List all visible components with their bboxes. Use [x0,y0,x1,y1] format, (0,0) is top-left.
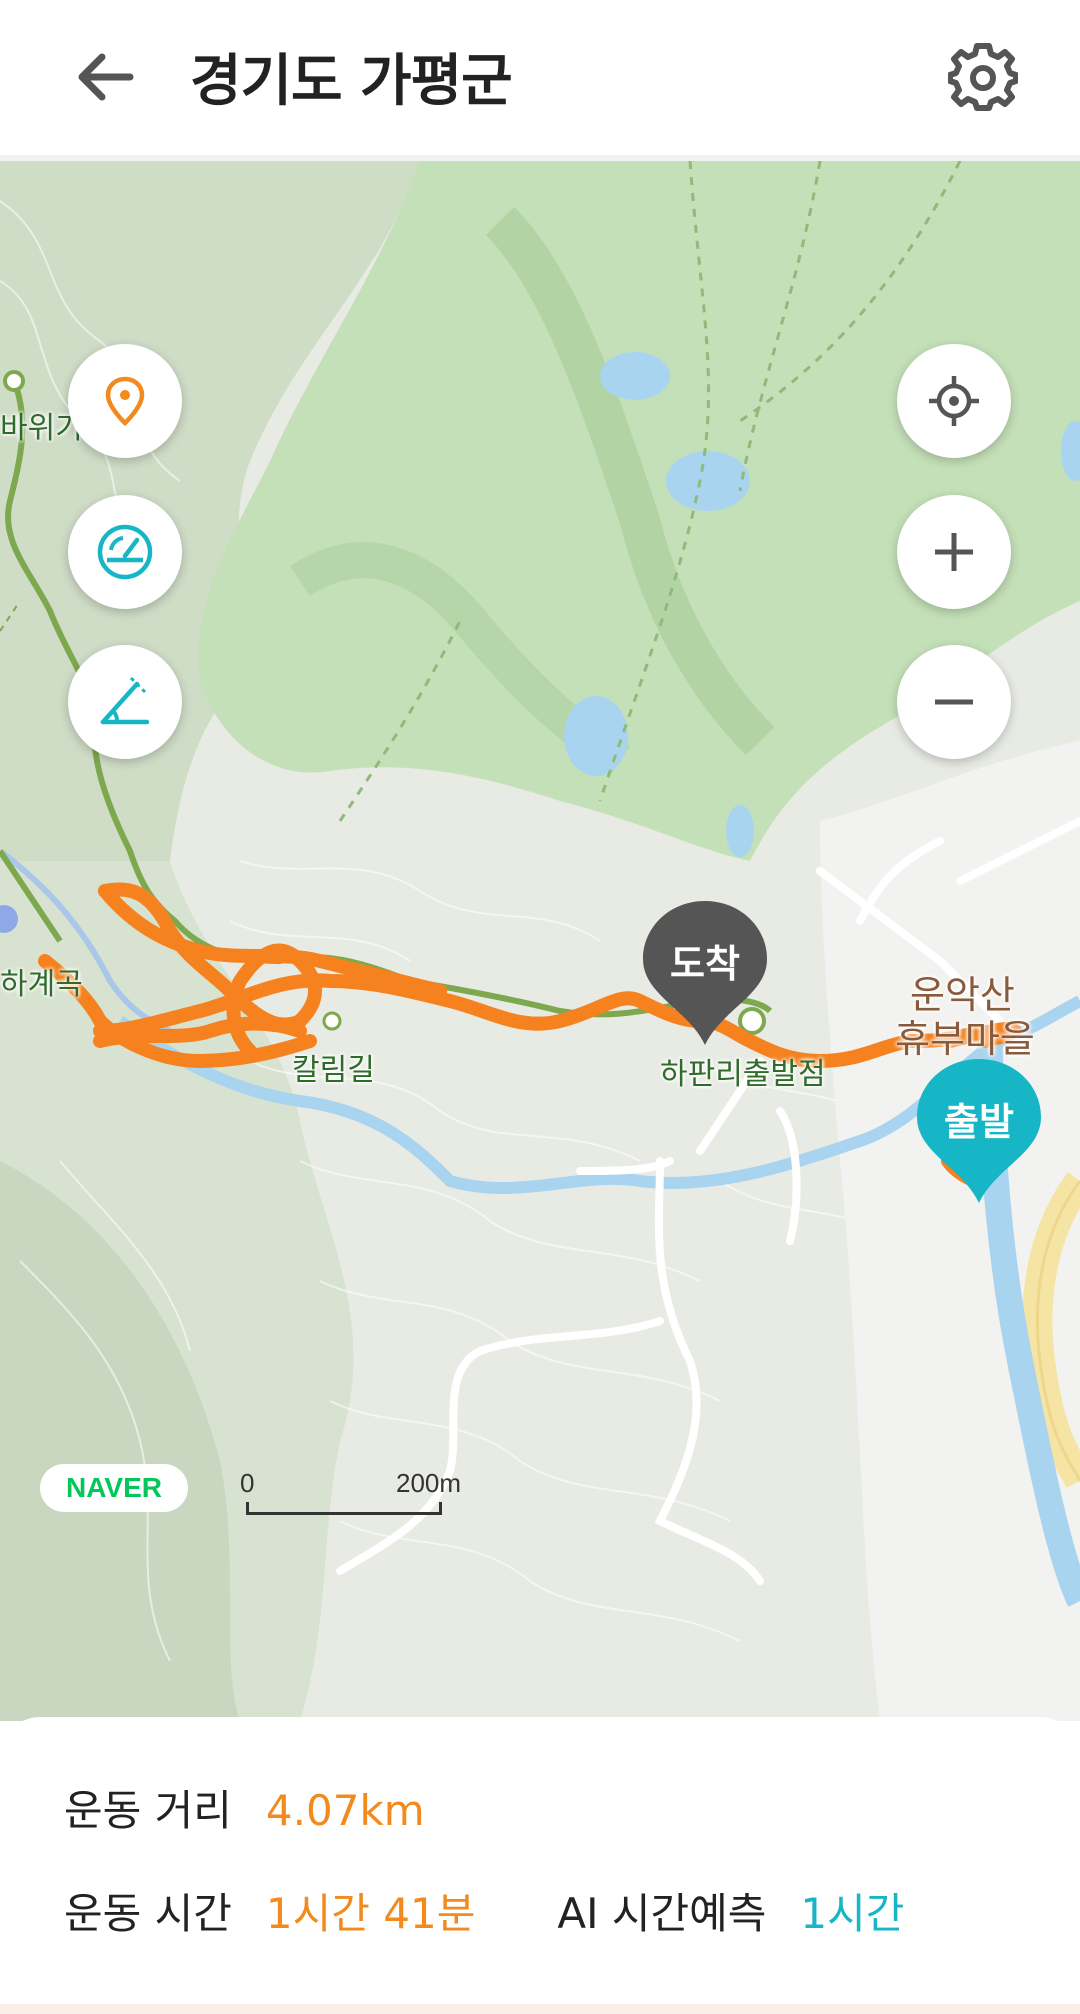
map-view[interactable]: 바위기 하계곡 칼림길 하판리출발점 운악산 휴부마을 도착 출발 NAVER … [0,161,1080,1721]
zoom-in-button[interactable] [897,495,1011,609]
ai-prediction-label: AI 시간예측 [557,1889,767,1938]
arrow-left-icon [78,53,134,101]
app-header: 경기도 가평군 [0,0,1080,155]
slope-angle-icon [100,676,150,725]
exercise-stats-panel: 운동 거리 4.07km 운동 시간 1시간 41분 AI 시간예측 1시간 [0,1717,1080,2014]
settings-button[interactable] [947,42,1019,112]
zoom-out-icon [935,699,973,705]
naver-logo: NAVER [40,1464,188,1512]
departure-marker[interactable]: 출발 [914,1057,1044,1207]
scale-line [246,1502,442,1515]
scale-start: 0 [240,1468,255,1498]
zoom-out-button[interactable] [897,645,1011,759]
village-label: 휴부마을 [895,1017,1035,1061]
distance-label: 운동 거리 [64,1786,232,1835]
start-point-label: 하판리출발점 [660,1057,826,1092]
time-value: 1시간 41분 [265,1889,476,1938]
my-location-icon [929,376,979,426]
time-row: 운동 시간 1시간 41분 AI 시간예측 1시간 [64,1880,904,1941]
ai-prediction-value: 1시간 [800,1889,905,1938]
my-location-button[interactable] [897,344,1011,458]
pace-button[interactable] [68,495,182,609]
gear-icon [947,43,1019,111]
slope-button[interactable] [68,645,182,759]
arrival-marker[interactable]: 도착 [640,899,770,1049]
place-marker-button[interactable] [68,344,182,458]
departure-marker-label: 출발 [944,1100,1014,1144]
distance-value: 4.07km [265,1786,425,1835]
header-divider [0,155,1080,161]
arrival-marker-label: 도착 [670,942,740,986]
trail-label: 칼림길 [292,1053,375,1088]
bottom-edge [0,2004,1080,2014]
location-pin-icon [105,376,145,427]
speedometer-icon [97,524,153,580]
map-scale-bar: 0 200m [240,1468,474,1528]
scale-end: 200m [396,1468,462,1498]
back-button[interactable] [70,42,140,112]
place-label: 하계곡 [0,967,83,1002]
zoom-in-icon [935,533,973,571]
distance-row: 운동 거리 4.07km [64,1777,425,1838]
page-title: 경기도 가평군 [190,49,513,114]
time-label: 운동 시간 [64,1889,232,1938]
